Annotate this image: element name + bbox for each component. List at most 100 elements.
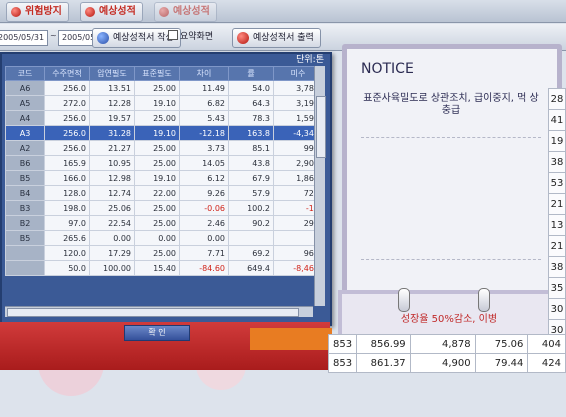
scroll-thumb[interactable]	[7, 308, 299, 317]
table-cell[interactable]: 19.57	[89, 110, 135, 126]
table-cell[interactable]: 128.0	[44, 185, 90, 201]
table-row[interactable]: 50.0 100.00 15.40 -84.60 649.4 -8,460	[5, 260, 323, 276]
table-cell[interactable]	[228, 230, 274, 246]
row-code-cell[interactable]: B2	[5, 215, 45, 231]
table-cell[interactable]: 85.1	[228, 140, 274, 156]
table-cell[interactable]: 6.82	[179, 95, 229, 111]
row-code-cell[interactable]: A3	[5, 125, 45, 141]
table-cell[interactable]: -84.60	[179, 260, 229, 276]
slider-handle[interactable]	[478, 288, 490, 312]
column-header[interactable]: 압연필도	[89, 66, 135, 81]
table-row[interactable]: B5 166.0 12.98 19.10 6.12 67.9 1,864	[5, 170, 323, 186]
table-cell[interactable]: 7.71	[179, 245, 229, 261]
print-report-button[interactable]: 예상성적서 출력	[232, 28, 321, 48]
row-code-cell[interactable]: B4	[5, 185, 45, 201]
row-code-cell[interactable]: B6	[5, 155, 45, 171]
table-row[interactable]: B6 165.9 10.95 25.00 14.05 43.8 2,909	[5, 155, 323, 171]
column-header[interactable]: 코드	[5, 66, 45, 81]
table-cell[interactable]: 25.00	[134, 200, 180, 216]
summary-checkbox[interactable]: 요약화면	[168, 30, 213, 44]
column-header[interactable]: 표준필도	[134, 66, 180, 81]
table-cell[interactable]: 198.0	[44, 200, 90, 216]
table-cell[interactable]: 12.74	[89, 185, 135, 201]
table-cell[interactable]: 17.29	[89, 245, 135, 261]
table-cell[interactable]: 97.0	[44, 215, 90, 231]
confirm-button[interactable]: 확 인	[124, 325, 190, 341]
table-cell[interactable]: 25.00	[134, 215, 180, 231]
table-cell[interactable]: 22.54	[89, 215, 135, 231]
table-cell[interactable]: 256.0	[44, 110, 90, 126]
table-row[interactable]: A6 256.0 13.51 25.00 11.49 54.0 3,788	[5, 80, 323, 96]
table-cell[interactable]: 25.06	[89, 200, 135, 216]
row-code-cell[interactable]: A5	[5, 95, 45, 111]
table-cell[interactable]: -12.18	[179, 125, 229, 141]
table-cell[interactable]: 25.00	[134, 80, 180, 96]
table-cell[interactable]: 54.0	[228, 80, 274, 96]
table-cell[interactable]: 25.00	[134, 110, 180, 126]
row-code-cell[interactable]	[5, 260, 45, 276]
table-cell[interactable]: 2.46	[179, 215, 229, 231]
table-cell[interactable]: 0.00	[179, 230, 229, 246]
table-cell[interactable]: 69.2	[228, 245, 274, 261]
row-code-cell[interactable]: B5	[5, 230, 45, 246]
row-code-cell[interactable]: A2	[5, 140, 45, 156]
table-row[interactable]: B4 128.0 12.74 22.00 9.26 57.9 727	[5, 185, 323, 201]
table-cell[interactable]: 14.05	[179, 155, 229, 171]
table-cell[interactable]: 0.00	[134, 230, 180, 246]
row-code-cell[interactable]	[5, 245, 45, 261]
table-cell[interactable]: 57.9	[228, 185, 274, 201]
table-cell[interactable]: 25.00	[134, 245, 180, 261]
table-cell[interactable]: 19.10	[134, 125, 180, 141]
table-row[interactable]: A4 256.0 19.57 25.00 5.43 78.3 1,599	[5, 110, 323, 126]
scroll-thumb[interactable]	[316, 96, 326, 158]
horizontal-scrollbar[interactable]	[5, 306, 313, 317]
date-from-field[interactable]: 2005/05/31	[0, 30, 49, 46]
table-cell[interactable]: 78.3	[228, 110, 274, 126]
table-cell[interactable]: 19.10	[134, 95, 180, 111]
table-cell[interactable]: 100.00	[89, 260, 135, 276]
table-cell[interactable]: 256.0	[44, 125, 90, 141]
column-header[interactable]: 차이	[179, 66, 229, 81]
table-cell[interactable]: 9.26	[179, 185, 229, 201]
tab-forecast-2[interactable]: 예상성적	[154, 2, 217, 22]
table-cell[interactable]: 256.0	[44, 140, 90, 156]
table-cell[interactable]: 15.40	[134, 260, 180, 276]
table-cell[interactable]: 22.00	[134, 185, 180, 201]
table-cell[interactable]: 31.28	[89, 125, 135, 141]
table-cell[interactable]: -0.06	[179, 200, 229, 216]
table-cell[interactable]: 64.3	[228, 95, 274, 111]
table-row[interactable]: B2 97.0 22.54 25.00 2.46 90.2 299	[5, 215, 323, 231]
table-cell[interactable]: 6.12	[179, 170, 229, 186]
table-row[interactable]: B3 198.0 25.06 25.00 -0.06 100.2 -15	[5, 200, 323, 216]
row-code-cell[interactable]: B5	[5, 170, 45, 186]
table-cell[interactable]: 11.49	[179, 80, 229, 96]
table-cell[interactable]: 163.8	[228, 125, 274, 141]
table-cell[interactable]: 5.43	[179, 110, 229, 126]
table-cell[interactable]: 25.00	[134, 155, 180, 171]
tab-risk[interactable]: 위험방지	[6, 2, 69, 22]
row-code-cell[interactable]: A4	[5, 110, 45, 126]
table-cell[interactable]: 272.0	[44, 95, 90, 111]
table-cell[interactable]: 3.73	[179, 140, 229, 156]
table-cell[interactable]: 13.51	[89, 80, 135, 96]
table-cell[interactable]: 67.9	[228, 170, 274, 186]
table-cell[interactable]: 100.2	[228, 200, 274, 216]
table-row[interactable]: A2 256.0 21.27 25.00 3.73 85.1 994	[5, 140, 323, 156]
table-cell[interactable]: 50.0	[44, 260, 90, 276]
table-cell[interactable]: 10.95	[89, 155, 135, 171]
table-cell[interactable]: 12.28	[89, 95, 135, 111]
column-header[interactable]: 률	[228, 66, 274, 81]
table-cell[interactable]: 649.4	[228, 260, 274, 276]
table-cell[interactable]: 25.00	[134, 140, 180, 156]
table-cell[interactable]: 256.0	[44, 80, 90, 96]
table-cell[interactable]: 0.00	[89, 230, 135, 246]
table-row[interactable]: B5 265.6 0.00 0.00 0.00	[5, 230, 323, 246]
table-cell[interactable]: 120.0	[44, 245, 90, 261]
table-cell[interactable]: 166.0	[44, 170, 90, 186]
table-row[interactable]: A5 272.0 12.28 19.10 6.82 64.3 3,197	[5, 95, 323, 111]
table-row[interactable]: 120.0 17.29 25.00 7.71 69.2 960	[5, 245, 323, 261]
row-code-cell[interactable]: A6	[5, 80, 45, 96]
table-cell[interactable]: 90.2	[228, 215, 274, 231]
table-cell[interactable]: 12.98	[89, 170, 135, 186]
table-cell[interactable]: 21.27	[89, 140, 135, 156]
